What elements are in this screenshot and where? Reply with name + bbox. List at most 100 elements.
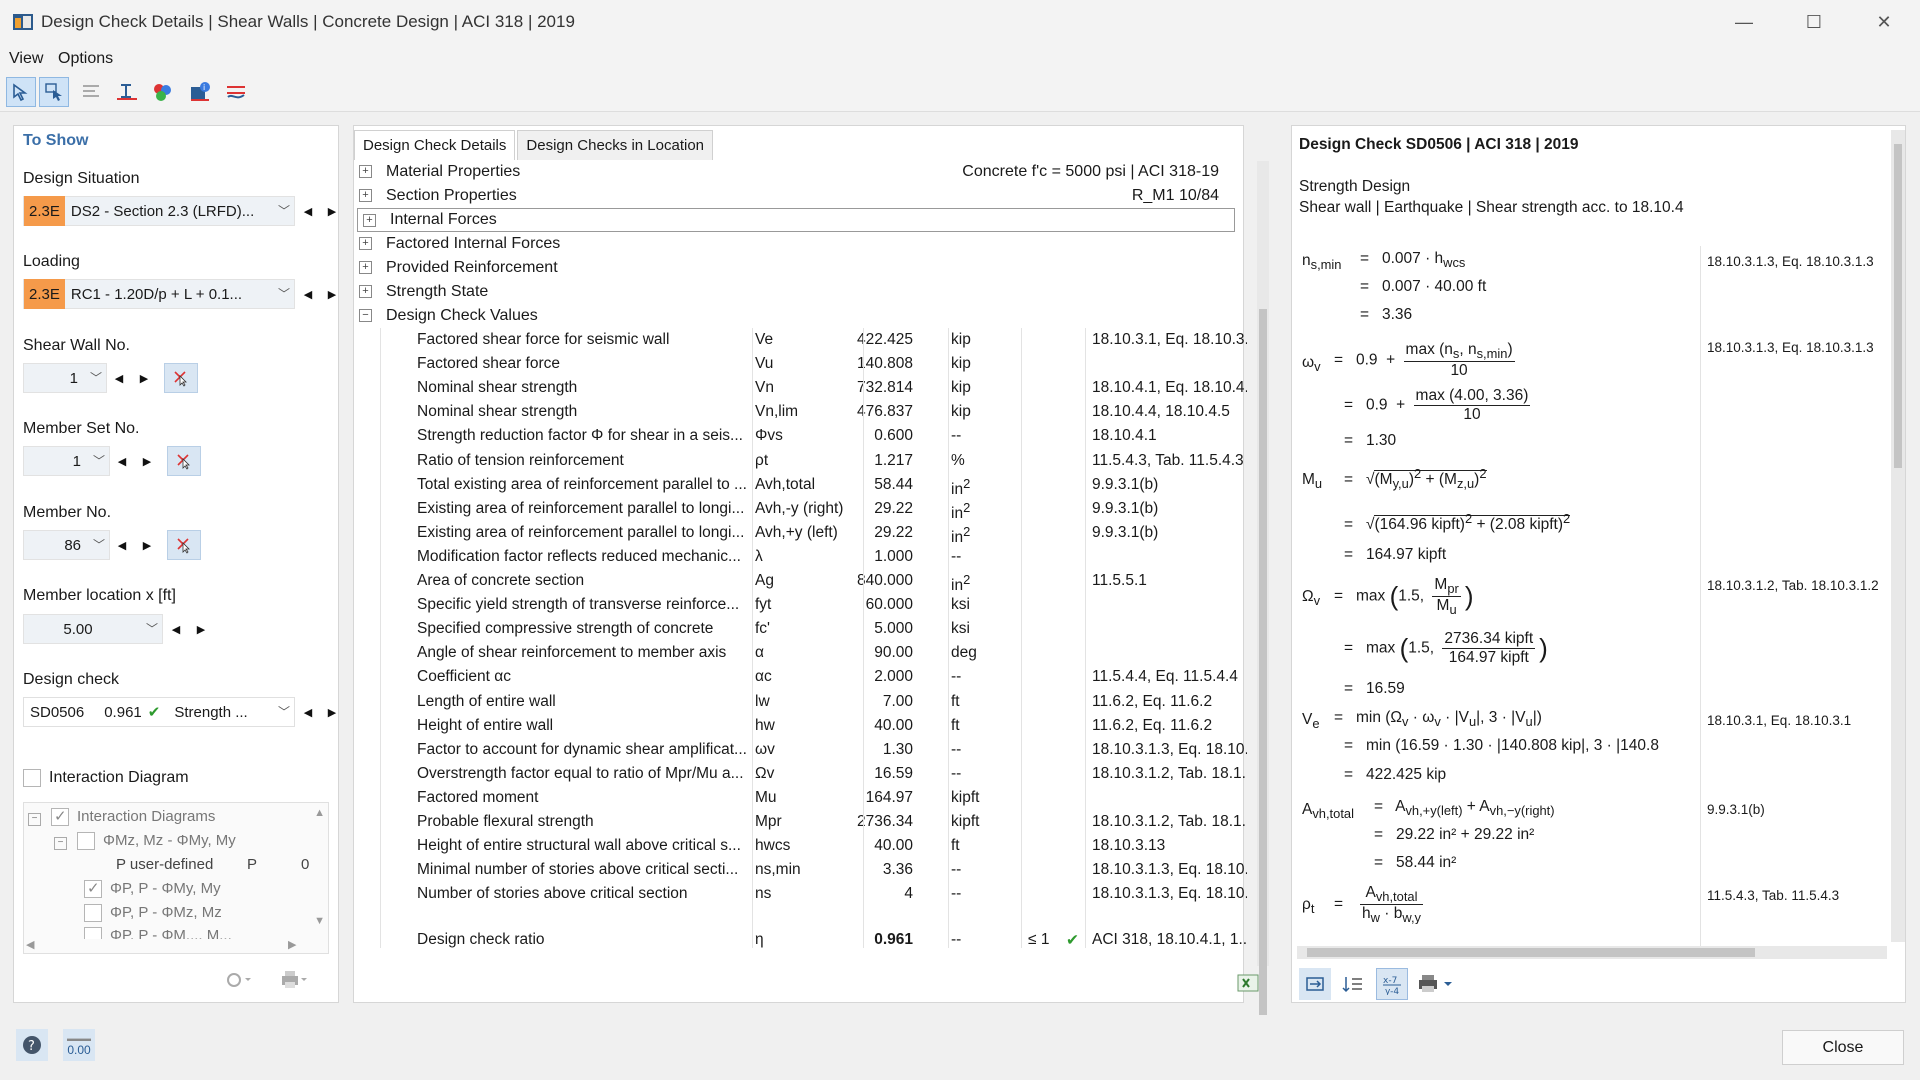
scroll-up-icon[interactable]: ▲ [314,807,325,819]
menu-options[interactable]: Options [58,50,113,68]
table-row[interactable]: Existing area of reinforcement parallel … [354,521,1234,546]
group-row[interactable]: − Design Check Values [354,304,1234,328]
export-excel-icon[interactable] [1232,967,1264,999]
group-row[interactable]: + Strength State [354,280,1234,304]
prev-arrow-icon[interactable]: ◀ [110,530,134,560]
info-icon[interactable]: i [185,77,215,107]
prev-arrow-icon[interactable]: ◀ [110,446,134,476]
menu-view[interactable]: View [9,50,43,68]
units-icon[interactable]: ▬▬▬ 0.00 [63,1029,95,1061]
table-row[interactable]: Coefficient αc αc 2.000 -- 11.5.4.4, Eq. 11.… [354,665,1238,689]
tab-design-check-details[interactable]: Design Check Details [354,130,516,160]
table-row[interactable]: Specified compressive strength of concre… [354,617,1234,641]
prev-arrow-icon[interactable]: ◀ [296,697,320,727]
diagram-icon[interactable] [221,77,251,107]
pick-member-set-icon[interactable] [167,446,201,476]
pick-member-icon[interactable] [164,363,198,393]
table-row[interactable]: Height of entire structural wall above c… [354,834,1234,858]
member-select[interactable]: 86 ﹀ [23,530,110,560]
loading-select[interactable]: 2.3E RC1 - 1.20D/p + L + 0.1... ﹀ [23,279,295,309]
tree-checkbox[interactable] [84,879,102,899]
table-row[interactable]: Length of entire wall lw 7.00 ft 11.6.2, Eq.… [354,690,1234,714]
table-row[interactable]: Area of concrete section Ag 840.000 in2 11.5… [354,569,1234,594]
formula-horizontal-scrollbar[interactable] [1297,946,1887,959]
sort-list-icon[interactable] [1337,968,1369,1000]
scroll-down-icon[interactable]: ▼ [314,915,325,927]
table-row[interactable]: Factored moment Mu 164.97 kipft [354,786,1234,810]
diagram-settings-icon[interactable] [222,964,254,996]
expand-toggle-icon[interactable]: + [359,261,372,274]
scroll-right-icon[interactable]: ▶ [288,938,296,951]
table-row[interactable]: Strength reduction factor Φ for shear in… [354,424,1234,448]
tree-item-root[interactable]: −Interaction Diagrams [28,807,215,827]
prev-arrow-icon[interactable]: ◀ [296,279,320,309]
design-check-ratio-row[interactable]: Design check ratio η 0.961 -- ≤ 1 ✔ ACI … [354,928,1247,952]
next-arrow-icon[interactable]: ▶ [189,614,213,644]
expand-toggle-icon[interactable]: − [359,309,372,322]
next-arrow-icon[interactable]: ▶ [320,279,344,309]
table-row[interactable]: Angle of shear reinforcement to member a… [354,641,1234,665]
tree-item-p-user[interactable]: P user-defined P 0 [116,856,309,873]
tree-checkbox[interactable] [84,904,102,923]
group-row[interactable]: + Factored Internal Forces [354,232,1234,256]
next-arrow-icon[interactable]: ▶ [320,697,344,727]
group-row[interactable]: + Provided Reinforcement [354,256,1234,280]
help-icon[interactable]: ? [16,1029,48,1061]
expand-toggle-icon[interactable]: + [359,189,372,202]
table-row[interactable]: Nominal shear strength Vn,lim 476.837 kip 18… [354,400,1234,424]
formula-toggle-icon[interactable]: x-7 y-4 [1376,968,1408,1000]
table-row[interactable]: Existing area of reinforcement parallel … [354,497,1234,522]
maximize-button[interactable]: ☐ [1790,6,1838,38]
interaction-diagram-checkbox[interactable] [23,769,41,787]
table-row[interactable]: Total existing area of reinforcement par… [354,473,1234,498]
table-row[interactable]: Specific yield strength of transverse re… [354,593,1234,617]
table-row[interactable]: Factor to account for dynamic shear ampl… [354,738,1247,762]
next-arrow-icon[interactable]: ▶ [135,530,159,560]
print-icon[interactable] [1414,968,1458,1000]
table-row[interactable]: Number of stories above critical section… [354,882,1247,906]
design-check-select[interactable]: SD0506 0.961 ✔ Strength ... ﹀ [23,697,295,727]
pick-member-icon[interactable] [167,530,201,560]
location-select[interactable]: 5.00 ﹀ [23,614,163,644]
table-row[interactable]: Overstrength factor equal to ratio of Mp… [354,762,1247,786]
group-row[interactable]: + Section Properties R_M1 10/84 [354,184,1234,208]
tree-checkbox[interactable] [51,807,69,827]
tree-item-p-m[interactable]: ΦP, P - ΦM..., M... [84,927,232,939]
expand-toggle-icon[interactable]: + [359,285,372,298]
prev-arrow-icon[interactable]: ◀ [164,614,188,644]
prev-arrow-icon[interactable]: ◀ [296,196,320,226]
formula-vertical-scrollbar[interactable] [1891,130,1905,942]
next-arrow-icon[interactable]: ▶ [135,446,159,476]
tree-item-p-mz[interactable]: ΦP, P - ΦMz, Mz [84,904,222,923]
prev-arrow-icon[interactable]: ◀ [107,363,131,393]
select-tool-icon[interactable] [39,77,69,107]
tab-design-checks-in-location[interactable]: Design Checks in Location [517,130,714,160]
print-icon[interactable] [278,964,310,996]
tree-checkbox[interactable] [77,832,95,851]
tree-item-mz-my[interactable]: − ΦMz, Mz - ΦMy, My [54,832,236,851]
table-row[interactable]: Minimal number of stories above critical… [354,858,1247,882]
minimize-button[interactable]: — [1720,6,1768,38]
expand-toggle-icon[interactable]: + [363,214,376,227]
interaction-diagram-option[interactable]: Interaction Diagram [23,769,189,787]
next-arrow-icon[interactable]: ▶ [320,196,344,226]
group-row[interactable]: + Material Properties Concrete f'c = 5000 … [354,160,1234,184]
table-row[interactable]: Factored shear force Vu 140.808 kip [354,352,1234,376]
color-info-icon[interactable] [148,77,178,107]
list-view-icon[interactable] [76,77,106,107]
table-row[interactable]: Ratio of tension reinforcement ρt 1.217% 11… [354,449,1244,473]
section-icon[interactable] [112,77,142,107]
tree-checkbox[interactable] [84,927,102,939]
member-set-select[interactable]: 1 ﹀ [23,446,110,476]
table-row[interactable]: Probable flexural strength Mpr 2736.34 kipf… [354,810,1247,834]
design-situation-select[interactable]: 2.3E DS2 - Section 2.3 (LRFD)... ﹀ [23,196,295,226]
vertical-scrollbar[interactable] [1257,161,1269,1022]
close-window-button[interactable]: ✕ [1860,6,1908,38]
pick-tool-icon[interactable] [6,77,36,107]
tree-item-p-my[interactable]: ΦP, P - ΦMy, My [84,879,221,899]
shear-wall-select[interactable]: 1 ﹀ [23,363,107,393]
table-row[interactable]: Height of entire wall hw 40.00 ft 11.6.2, Eq… [354,714,1234,738]
close-button[interactable]: Close [1782,1030,1904,1065]
next-arrow-icon[interactable]: ▶ [132,363,156,393]
group-row[interactable]: + Internal Forces [357,208,1235,232]
